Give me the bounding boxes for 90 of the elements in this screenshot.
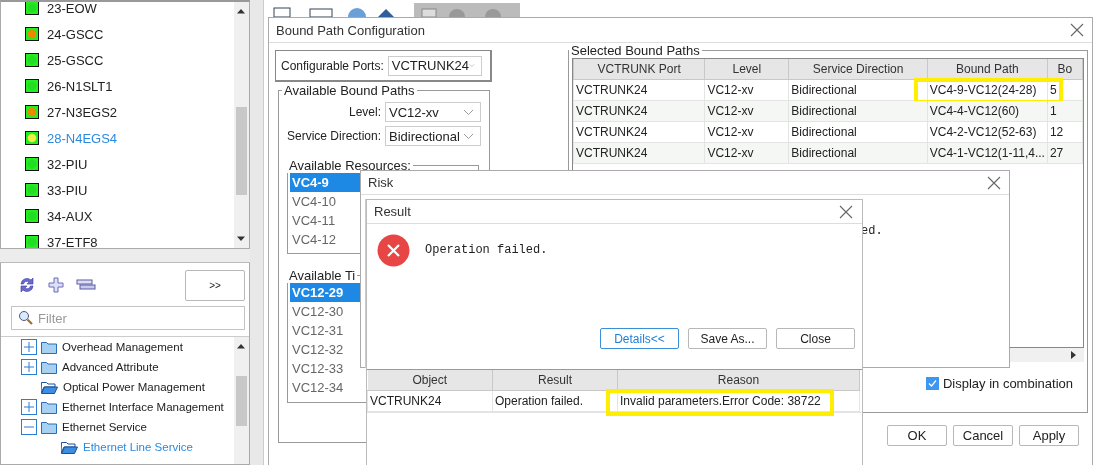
close-icon[interactable] <box>1070 23 1084 37</box>
open-folder-icon <box>61 440 78 454</box>
table-cell: VCTRUNK24 <box>367 390 493 411</box>
collapse-all-icon[interactable] <box>76 279 96 291</box>
group-title: Selected Bound Paths <box>570 43 701 58</box>
tree-item[interactable]: Advanced Attribute <box>62 361 159 373</box>
dialog-title: Bound Path Configuration <box>276 22 425 38</box>
table-cell: Bidirectional <box>788 121 928 142</box>
table-cell: VC12-xv <box>704 121 789 142</box>
table-cell: VC4-2-VC12(52-63) <box>927 121 1048 142</box>
group-title: Available Resources: <box>288 158 412 173</box>
group-title: Available Bound Paths <box>283 83 416 98</box>
expand-icon[interactable] <box>21 339 37 355</box>
folder-icon <box>41 360 57 374</box>
card-label[interactable]: 34-AUX <box>47 208 93 224</box>
open-folder-icon <box>41 380 58 394</box>
chevron-down-icon <box>463 108 474 116</box>
column-header[interactable]: VCTRUNK Port <box>573 59 705 79</box>
filter-field[interactable]: Filter <box>11 306 245 330</box>
scroll-down-icon[interactable] <box>236 236 246 242</box>
expand-icon[interactable] <box>21 399 37 415</box>
scrollbar-thumb[interactable] <box>236 376 247 426</box>
table-cell: Operation failed. <box>492 390 618 411</box>
expand-icon[interactable] <box>21 359 37 375</box>
expand-all-icon[interactable] <box>47 276 65 294</box>
scroll-up-icon[interactable] <box>236 343 246 349</box>
tree-item[interactable]: Ethernet Service <box>62 421 147 433</box>
card-label[interactable]: 28-N4EGS4 <box>47 130 118 146</box>
dialog-title: Risk <box>368 175 394 190</box>
dialog-button[interactable]: Details<< <box>600 328 679 349</box>
card-label[interactable]: 26-N1SLT1 <box>47 78 113 94</box>
folder-icon <box>41 420 57 434</box>
tree-item[interactable]: Overhead Management <box>62 341 183 353</box>
scroll-right-icon[interactable] <box>1071 351 1076 359</box>
card-label[interactable]: 37-ETF8 <box>47 234 98 248</box>
dialog-button[interactable]: Apply <box>1019 425 1079 446</box>
scrollbar[interactable] <box>234 337 249 464</box>
column-header[interactable]: Level <box>704 59 789 79</box>
table-cell: VCTRUNK24 <box>573 142 705 163</box>
dialog-button[interactable]: Cancel <box>953 425 1013 446</box>
scrollbar-thumb[interactable] <box>236 107 247 195</box>
dialog-button[interactable]: OK <box>887 425 947 446</box>
expand-button[interactable]: >> <box>185 269 245 301</box>
card-label[interactable]: 27-N3EGS2 <box>47 104 118 120</box>
card-label[interactable]: 23-EOW <box>47 2 97 16</box>
column-header[interactable]: Object <box>367 370 493 390</box>
column-header[interactable]: Bo <box>1047 59 1083 79</box>
card-label[interactable]: 24-GSCC <box>47 26 104 42</box>
collapse-icon[interactable] <box>21 419 37 435</box>
field-label: Service Direction: <box>285 129 381 143</box>
column-header[interactable]: Bound Path <box>927 59 1048 79</box>
search-icon <box>18 310 33 325</box>
folder-icon <box>41 400 57 414</box>
table-cell: 5 <box>1047 79 1083 100</box>
group-title: Available Ti <box>288 268 357 283</box>
dropdown[interactable]: Bidirectional <box>385 126 481 146</box>
table-cell: VC12-xv <box>704 79 789 100</box>
chevron-down-icon <box>463 132 474 140</box>
close-icon[interactable] <box>839 204 853 219</box>
folder-icon <box>41 340 57 354</box>
error-icon <box>377 233 410 267</box>
dialog-button[interactable]: Save As... <box>688 328 767 349</box>
table-cell: VCTRUNK24 <box>573 121 705 142</box>
column-header[interactable]: Result <box>492 370 618 390</box>
message-text: Operation failed. <box>425 243 548 257</box>
table-cell: VCTRUNK24 <box>573 79 705 100</box>
refresh-icon[interactable] <box>18 276 36 294</box>
table-cell: 12 <box>1047 121 1083 142</box>
dialog-button[interactable]: Close <box>776 328 855 349</box>
chevron-down-icon <box>469 62 475 69</box>
table-cell: VCTRUNK24 <box>573 100 705 121</box>
card-label[interactable]: 33-PIU <box>47 182 88 198</box>
scroll-up-icon[interactable] <box>236 8 246 14</box>
card-label[interactable]: 32-PIU <box>47 156 88 172</box>
card-label[interactable]: 25-GSCC <box>47 52 104 68</box>
scrollbar[interactable] <box>234 2 249 248</box>
dropdown[interactable]: VC12-xv <box>385 102 481 122</box>
close-icon[interactable] <box>987 175 1001 190</box>
field-label: Level: <box>347 105 381 119</box>
table-cell: Bidirectional <box>788 79 928 100</box>
checkbox-label: Display in combination <box>942 376 1073 391</box>
dialog-title: Result <box>374 204 411 219</box>
tree-item[interactable]: Ethernet Interface Management <box>62 401 224 413</box>
column-header[interactable]: Service Direction <box>788 59 928 79</box>
checkbox[interactable] <box>925 377 939 390</box>
column-header[interactable]: Reason <box>617 370 860 390</box>
field-label: Configurable Ports: <box>281 58 384 73</box>
dropdown[interactable]: VCTRUNK24 <box>387 55 482 76</box>
tree-item[interactable]: Ethernet Line Service <box>83 441 193 453</box>
tree-item[interactable]: Optical Power Management <box>63 381 205 393</box>
